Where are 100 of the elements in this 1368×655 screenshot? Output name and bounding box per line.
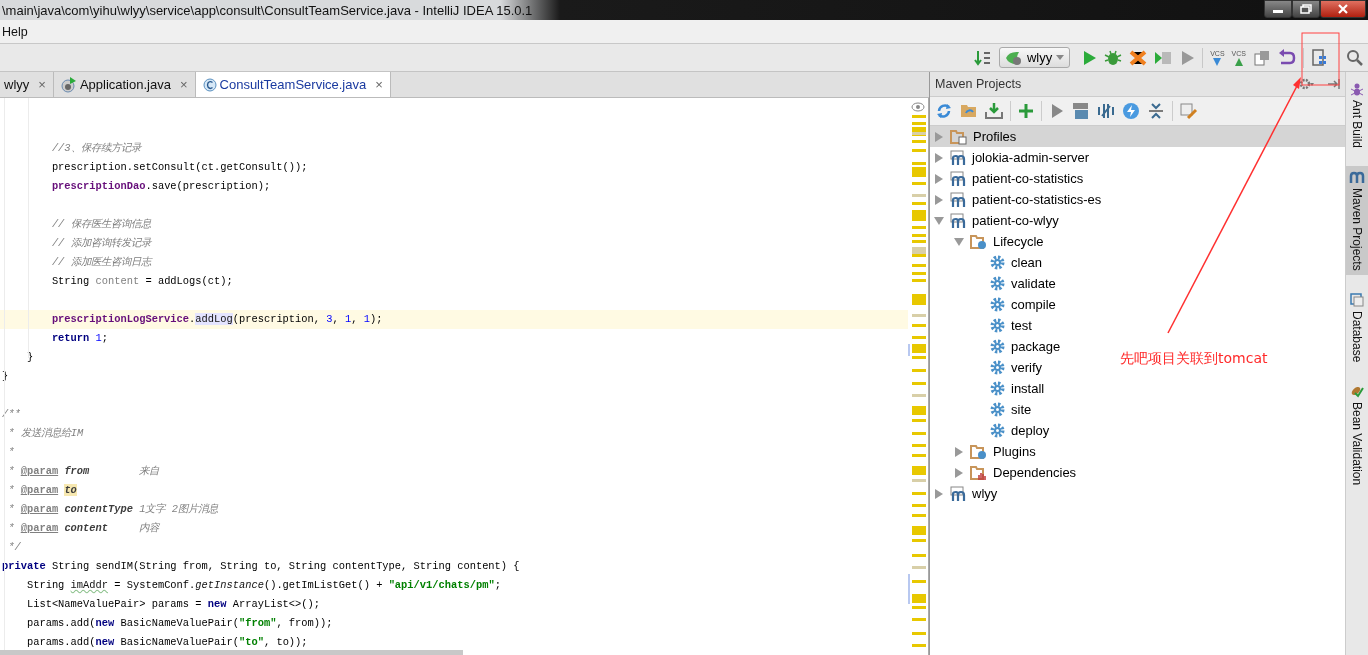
- expand-arrow-icon[interactable]: [934, 173, 944, 184]
- expand-arrow-icon[interactable]: [954, 467, 964, 478]
- database-icon: [1350, 292, 1364, 307]
- code-line: * @param from 来自: [7, 465, 160, 477]
- code-line: prescription.setConsult(ct.getConsult());: [50, 161, 308, 173]
- maven-module-icon: [950, 191, 966, 208]
- play-icon[interactable]: [1179, 49, 1196, 66]
- tree-item[interactable]: wlyy: [930, 483, 1002, 504]
- gear-icon: [990, 318, 1005, 333]
- tree-item[interactable]: site: [930, 399, 1036, 420]
- sort-icon[interactable]: [973, 48, 992, 67]
- code-line: prescriptionLogService.addLog(prescription, 3, 1, 1);: [50, 313, 383, 325]
- folder-gear-icon: [970, 443, 987, 460]
- structure-icon[interactable]: [1311, 48, 1329, 67]
- menu-item[interactable]: Help: [0, 24, 30, 39]
- gear-icon: [990, 339, 1005, 354]
- maven-module-icon: [950, 149, 966, 166]
- lightning-icon[interactable]: [1122, 102, 1140, 120]
- tree-item[interactable]: test: [930, 315, 1036, 336]
- collapse-arrow-icon[interactable]: [954, 236, 964, 247]
- code-line: //3、保存续方记录: [50, 142, 141, 154]
- folder-refresh-icon[interactable]: [960, 102, 978, 120]
- code-line: List<NameValuePair> params = new ArrayList<>();: [25, 598, 321, 610]
- run-icon[interactable]: [1081, 49, 1098, 66]
- tree-item[interactable]: verify: [930, 357, 1047, 378]
- annotation-text: 先吧项目关联到tomcat: [1120, 350, 1268, 368]
- arrow-down-icon: [1211, 57, 1224, 66]
- undo-icon[interactable]: [1278, 48, 1296, 67]
- gear-icon: [990, 423, 1005, 438]
- minimize-button[interactable]: [1264, 0, 1292, 18]
- side-tab[interactable]: Ant Build: [1346, 78, 1368, 153]
- folder-check-icon: [950, 128, 967, 145]
- tree-item[interactable]: Lifecycle: [930, 231, 1048, 252]
- tree-item[interactable]: patient-co-wlyy: [930, 210, 1063, 231]
- expand-arrow-icon[interactable]: [934, 194, 944, 205]
- code-line: // 保存医生咨询信息: [50, 218, 151, 230]
- expand-arrow-icon[interactable]: [934, 131, 944, 142]
- class-icon: [202, 77, 217, 92]
- ant-icon: [1350, 82, 1364, 96]
- code-line: params.add(new BasicNameValuePair("from", from));: [25, 617, 333, 629]
- side-tab[interactable]: Maven Projects: [1346, 166, 1368, 275]
- app-icon: [60, 76, 77, 93]
- refresh-icon[interactable]: [935, 102, 953, 120]
- tree-item[interactable]: Profiles: [930, 126, 1345, 147]
- bug-icon[interactable]: [1104, 48, 1123, 67]
- code-line: params.add(new BasicNameValuePair("to", to));: [25, 636, 308, 648]
- download-icon[interactable]: [985, 102, 1003, 120]
- tree-item[interactable]: compile: [930, 294, 1060, 315]
- arrow-up-icon: [1232, 57, 1245, 66]
- code-line: String imAddr = SystemConf.getInstance().getImListGet() + "api/v1/chats/pm";: [25, 579, 501, 591]
- compare-icon[interactable]: [1253, 48, 1271, 67]
- run-icon[interactable]: [1049, 103, 1065, 119]
- tree-item[interactable]: Plugins: [930, 441, 1040, 462]
- gear-icon: [990, 276, 1005, 291]
- code-line: */: [7, 541, 21, 553]
- collapse-arrow-icon[interactable]: [934, 215, 944, 226]
- eye-icon[interactable]: [911, 102, 925, 112]
- tree-item[interactable]: deploy: [930, 420, 1054, 441]
- restore-button[interactable]: [1292, 0, 1320, 18]
- tree-item[interactable]: package: [930, 336, 1065, 357]
- search-icon[interactable]: [1346, 48, 1364, 67]
- code-editor[interactable]: [0, 98, 908, 655]
- code-line: * @param contentType 1文字 2图片消息: [7, 503, 218, 515]
- side-tab[interactable]: Bean Validation: [1346, 380, 1368, 490]
- editor-tab[interactable]: Application.java ×: [53, 72, 196, 97]
- tree-item[interactable]: patient-co-statistics-es: [930, 189, 1106, 210]
- tree-item[interactable]: patient-co-statistics: [930, 168, 1088, 189]
- folder-gear-icon: [970, 233, 987, 250]
- run-config-dropdown[interactable]: wlyy: [998, 47, 1071, 68]
- scrollbar[interactable]: [0, 650, 463, 655]
- gear-icon: [990, 360, 1005, 375]
- panel-title: Maven Projects: [935, 77, 1023, 91]
- tree-item[interactable]: validate: [930, 273, 1060, 294]
- code-line: prescriptionDao.save(prescription);: [50, 180, 271, 192]
- editor-tab[interactable]: ConsultTeamService.java ×: [195, 72, 391, 97]
- hide-panel-icon[interactable]: [1327, 78, 1341, 90]
- tree-item[interactable]: Dependencies: [930, 462, 1081, 483]
- expand-arrow-icon[interactable]: [934, 152, 944, 163]
- tree-item[interactable]: jolokia-admin-server: [930, 147, 1094, 168]
- gear-icon: [990, 381, 1005, 396]
- gear-icon: [990, 297, 1005, 312]
- code-line: *: [7, 446, 15, 458]
- gear-icon: [990, 255, 1005, 270]
- tree-item[interactable]: install: [930, 378, 1049, 399]
- expand-arrow-icon[interactable]: [934, 488, 944, 499]
- maven-module-icon: [950, 170, 966, 187]
- expand-arrow-icon[interactable]: [954, 446, 964, 457]
- add-icon[interactable]: [1018, 103, 1034, 119]
- settings-icon[interactable]: [1299, 77, 1315, 91]
- close-button[interactable]: [1320, 0, 1366, 18]
- code-line: private String sendIM(String from, String to, String contentType, String content) {: [2, 560, 520, 572]
- side-tab[interactable]: Database: [1346, 288, 1368, 367]
- collapse-all-icon[interactable]: [1147, 102, 1165, 120]
- editor-tab[interactable]: wlyy ×: [0, 72, 54, 97]
- code-line: * 发送消息给IM: [7, 427, 84, 439]
- close-icon: [1337, 4, 1349, 14]
- leaf-icon: [1004, 49, 1023, 66]
- code-line: * @param to: [7, 484, 77, 496]
- code-line: String content = addLogs(ct);: [50, 275, 233, 287]
- tree-item[interactable]: clean: [930, 252, 1047, 273]
